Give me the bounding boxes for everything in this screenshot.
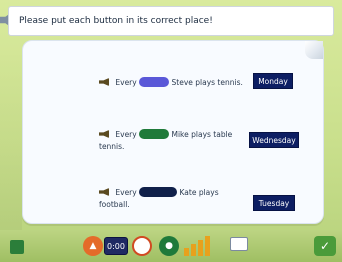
day-button-tuesday[interactable]: Tuesday xyxy=(253,195,295,211)
blank-slot[interactable] xyxy=(139,187,178,197)
speaker-icon[interactable] xyxy=(99,188,109,196)
timer-display[interactable]: 0:00 xyxy=(104,237,128,255)
check-icon[interactable]: ✓ xyxy=(314,236,336,256)
timer-text: 0:00 xyxy=(107,241,125,251)
day-button-wednesday[interactable]: Wednesday xyxy=(249,132,299,148)
paper-fold xyxy=(305,41,323,59)
sentence-2-suffix-line2: tennis. xyxy=(99,142,125,151)
day-button-monday[interactable]: Monday xyxy=(253,73,293,89)
speaker-icon[interactable] xyxy=(99,78,109,86)
cone-icon[interactable]: ▲ xyxy=(83,236,103,256)
green-circle-icon[interactable]: ● xyxy=(159,236,179,256)
instruction-text: Please put each button in its correct pl… xyxy=(19,16,213,26)
sentence-3: Every Kate plays football. xyxy=(99,187,219,211)
flask-icon[interactable] xyxy=(10,240,24,254)
blank-slot[interactable] xyxy=(139,129,170,139)
sentence-3-suffix-line1: Kate plays xyxy=(179,188,219,197)
sentence-1-prefix: Every xyxy=(115,78,137,87)
sentence-2: Every Mike plays table tennis. xyxy=(99,129,232,153)
sentence-1-suffix: Steve plays tennis. xyxy=(171,78,243,87)
arc-icon[interactable] xyxy=(132,236,152,256)
check-label: ✓ xyxy=(319,239,331,253)
day-button-label: Monday xyxy=(258,76,288,86)
speaker-icon[interactable] xyxy=(99,130,109,138)
sentence-2-suffix-line1: Mike plays table xyxy=(171,130,233,139)
bars-icon[interactable] xyxy=(184,236,214,256)
sentence-2-prefix: Every xyxy=(115,130,137,139)
day-button-label: Wednesday xyxy=(252,135,296,145)
sentence-3-prefix: Every xyxy=(115,188,137,197)
blank-slot[interactable] xyxy=(139,77,170,87)
sentence-1: Every Steve plays tennis. xyxy=(99,77,243,89)
left-decoration xyxy=(0,44,22,234)
instruction-bar: Please put each button in its correct pl… xyxy=(8,6,334,36)
sentence-3-suffix-line2: football. xyxy=(99,200,130,209)
window-icon[interactable] xyxy=(230,237,248,251)
worksheet-paper: Every Steve plays tennis. Monday Every M… xyxy=(22,40,324,224)
day-button-label: Tuesday xyxy=(258,198,290,208)
